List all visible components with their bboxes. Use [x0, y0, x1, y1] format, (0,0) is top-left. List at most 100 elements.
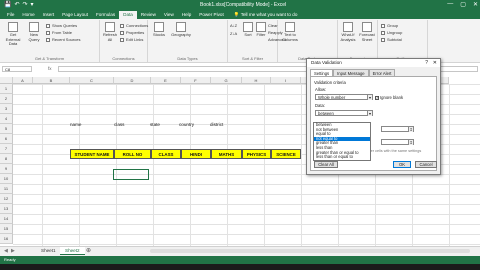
row-header[interactable]: 5: [0, 124, 13, 134]
sheet-nav-left-icon[interactable]: ◀: [4, 247, 8, 255]
header-class[interactable]: CLASS: [151, 149, 181, 159]
tell-me-search[interactable]: 💡 Tell me what you want to do: [234, 11, 298, 19]
column-header[interactable]: G: [211, 77, 242, 84]
row-header[interactable]: 4: [0, 114, 13, 124]
data-select[interactable]: between ▾: [315, 110, 373, 116]
show-queries-button[interactable]: Show Queries: [46, 23, 77, 28]
undo-icon[interactable]: ↶: [14, 2, 19, 8]
row-header[interactable]: 12: [0, 194, 13, 204]
column-header[interactable]: D: [114, 77, 151, 84]
close-window-button[interactable]: ✕: [473, 1, 478, 8]
maximum-input[interactable]: ↥: [381, 139, 414, 145]
sort-button[interactable]: Sort: [242, 22, 254, 38]
quick-access-toolbar: 💾 ↶ ↷ ▾: [0, 2, 80, 8]
group-button[interactable]: Group: [381, 23, 398, 28]
column-header[interactable]: A: [13, 77, 33, 84]
allow-select[interactable]: Whole number ▾: [315, 94, 373, 100]
stocks-button[interactable]: Stocks: [150, 22, 168, 38]
column-header[interactable]: B: [33, 77, 70, 84]
column-header[interactable]: I: [271, 77, 301, 84]
minimize-button[interactable]: —: [447, 1, 453, 8]
row-header[interactable]: 10: [0, 174, 13, 184]
name-box[interactable]: C8: [2, 66, 32, 72]
sort-ascending-button[interactable]: A↓Z: [230, 23, 237, 28]
insert-function-icon[interactable]: fx: [48, 65, 52, 73]
row-header[interactable]: 14: [0, 214, 13, 224]
tab-review[interactable]: Review: [137, 11, 160, 19]
edit-links-button[interactable]: Edit Links: [120, 37, 143, 42]
column-header[interactable]: C: [70, 77, 114, 84]
row-header[interactable]: 3: [0, 104, 13, 114]
recent-sources-button[interactable]: Recent Sources: [46, 37, 80, 42]
cancel-button[interactable]: Cancel: [415, 161, 437, 168]
tab-home[interactable]: Home: [18, 11, 38, 19]
geography-button[interactable]: Geography: [170, 22, 192, 38]
header-physics[interactable]: PHYSICS: [242, 149, 271, 159]
properties-button[interactable]: Properties: [120, 30, 144, 35]
text-to-columns-button[interactable]: Text to Columns: [280, 22, 300, 42]
data-dropdown-list: between not between equal to not equal to gr…: [313, 122, 371, 161]
what-if-button[interactable]: What-If Analysis: [339, 22, 357, 42]
tab-view[interactable]: View: [160, 11, 178, 19]
forecast-sheet-button[interactable]: Forecast Sheet: [358, 22, 376, 42]
ok-button[interactable]: OK: [393, 161, 411, 168]
header-hindi[interactable]: HINDI: [181, 149, 211, 159]
tab-power-pivot[interactable]: Power Pivot: [195, 11, 228, 19]
group-get-transform: Get External Data New Query Show Queries…: [0, 20, 100, 62]
row-header[interactable]: 6: [0, 134, 13, 144]
column-header[interactable]: F: [181, 77, 211, 84]
tab-insert[interactable]: Insert: [39, 11, 59, 19]
tab-formulas[interactable]: Formulas: [92, 11, 119, 19]
horizontal-scrollbar[interactable]: [150, 249, 470, 253]
row-header[interactable]: 7: [0, 144, 13, 154]
tab-file[interactable]: File: [3, 11, 18, 19]
filter-button[interactable]: Filter: [255, 22, 267, 38]
header-maths[interactable]: MATHS: [211, 149, 242, 159]
row-header[interactable]: 9: [0, 164, 13, 174]
column-header[interactable]: H: [242, 77, 271, 84]
add-sheet-icon[interactable]: ⊕: [86, 247, 91, 255]
row-header[interactable]: 16: [0, 234, 13, 244]
header-roll-no[interactable]: ROLL NO: [114, 149, 151, 159]
refresh-all-button[interactable]: Refresh All: [102, 22, 118, 42]
row-header[interactable]: 13: [0, 204, 13, 214]
tab-help[interactable]: Help: [178, 11, 195, 19]
from-table-button[interactable]: From Table: [46, 30, 72, 35]
customize-qat-icon[interactable]: ▾: [31, 2, 34, 8]
row-header[interactable]: 8: [0, 154, 13, 164]
connections-icon: [120, 23, 124, 28]
row-header[interactable]: 11: [0, 184, 13, 194]
new-query-button[interactable]: New Query: [26, 22, 42, 42]
column-header[interactable]: E: [151, 77, 181, 84]
redo-icon[interactable]: ↷: [23, 2, 28, 8]
sort-descending-button[interactable]: Z↓A: [230, 31, 237, 36]
row-header[interactable]: 1: [0, 84, 13, 94]
tab-page-layout[interactable]: Page Layout: [58, 11, 92, 19]
row-header[interactable]: 15: [0, 224, 13, 234]
cell-label-state: state: [150, 122, 160, 127]
dropdown-option[interactable]: less than or equal to: [314, 155, 370, 160]
minimum-input[interactable]: ↥: [381, 126, 414, 132]
dialog-close-button[interactable]: ✕: [433, 59, 437, 67]
maximize-button[interactable]: ▢: [460, 1, 466, 8]
save-icon[interactable]: 💾: [4, 2, 11, 8]
checkbox-checked-icon: [375, 95, 379, 100]
ungroup-button[interactable]: Ungroup: [381, 30, 402, 35]
help-button[interactable]: ?: [425, 59, 428, 67]
row-header[interactable]: 2: [0, 94, 13, 104]
header-science[interactable]: SCIENCE: [271, 149, 301, 159]
ignore-blank-checkbox[interactable]: Ignore blank: [375, 95, 403, 100]
sheet-tab-sheet2[interactable]: Sheet2: [60, 247, 85, 255]
selected-cell[interactable]: [113, 169, 149, 180]
subtotal-button[interactable]: Subtotal: [381, 37, 402, 42]
select-all-corner[interactable]: [0, 77, 13, 84]
get-external-data-button[interactable]: Get External Data: [2, 22, 24, 47]
sheet-nav-right-icon[interactable]: ▶: [11, 247, 15, 255]
connections-button[interactable]: Connections: [120, 23, 148, 28]
header-student-name[interactable]: STUDENT NAME: [70, 149, 114, 159]
clear-button[interactable]: Clear: [268, 23, 278, 28]
sheet-tab-sheet1[interactable]: Sheet1: [36, 247, 61, 255]
clear-all-button[interactable]: Clear All: [314, 161, 338, 168]
group-outline: Group Ungroup Subtotal Outline: [378, 20, 428, 62]
tab-data[interactable]: Data: [119, 11, 137, 19]
